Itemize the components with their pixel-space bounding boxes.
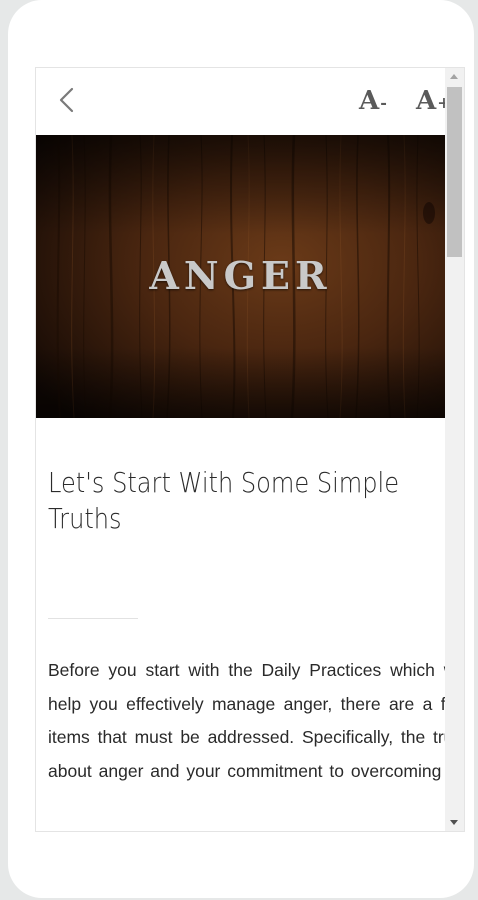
vertical-scrollbar[interactable] — [445, 68, 464, 831]
scroll-up-arrow-icon[interactable] — [450, 74, 458, 79]
scrollbar-thumb[interactable] — [447, 87, 462, 257]
font-decrease-button[interactable]: A- — [359, 84, 387, 118]
article-body: Before you start with the Daily Practice… — [48, 660, 445, 781]
article-title: Let's Start With Some Simple Truths — [48, 466, 400, 535]
hero-image: ANGER — [36, 135, 445, 418]
chevron-left-icon[interactable] — [54, 86, 80, 114]
reader-frame: A- A+ — [35, 67, 465, 832]
plus-sign: + — [437, 93, 445, 112]
reader-viewport: A- A+ — [36, 68, 445, 831]
font-increase-letter: A — [416, 86, 437, 116]
hero-title: ANGER — [149, 253, 332, 298]
top-toolbar: A- A+ — [36, 68, 445, 135]
title-divider — [48, 618, 138, 619]
device-frame: A- A+ — [8, 0, 474, 898]
font-decrease-letter: A — [359, 86, 380, 116]
minus-sign: - — [380, 93, 387, 112]
scroll-down-arrow-icon[interactable] — [450, 820, 458, 825]
font-increase-button[interactable]: A+ — [416, 84, 445, 118]
